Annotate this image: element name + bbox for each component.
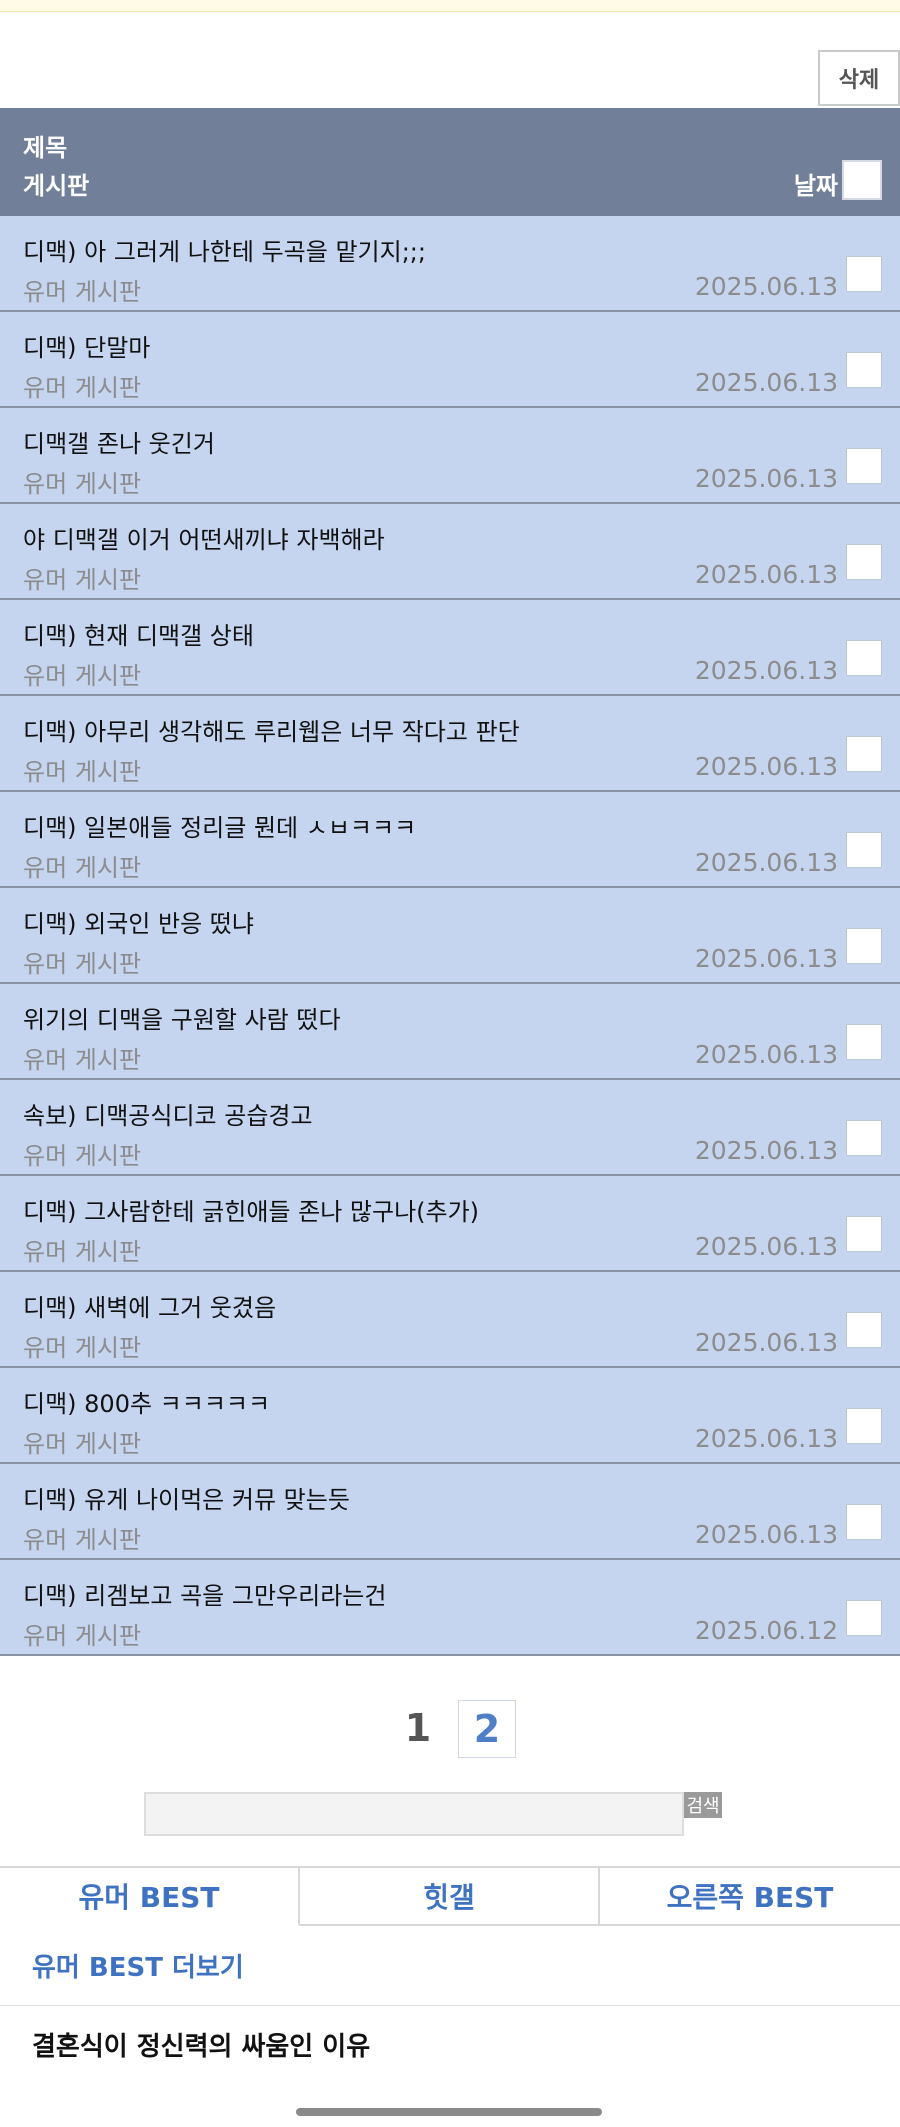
- header-title-label: 제목: [23, 134, 68, 162]
- row-checkbox[interactable]: [846, 640, 882, 676]
- table-row[interactable]: 디맥) 단말마유머 게시판 2025.06.13: [0, 312, 900, 408]
- post-title-link[interactable]: 디맥) 아 그러게 나한테 두곡을 맡기지;;;: [23, 232, 426, 267]
- row-checkbox[interactable]: [846, 1600, 882, 1636]
- header-date-label: 날짜: [793, 172, 838, 200]
- row-checkbox[interactable]: [846, 256, 882, 292]
- post-title-link[interactable]: 디맥) 아무리 생각해도 루리웹은 너무 작다고 판단: [23, 712, 520, 747]
- search-button[interactable]: 검색: [684, 1792, 722, 1818]
- post-date: 2025.06.13: [694, 752, 838, 781]
- row-checkbox[interactable]: [846, 352, 882, 388]
- table-row[interactable]: 디맥) 800추 ㅋㅋㅋㅋㅋ 유머 게시판 2025.06.13: [0, 1368, 900, 1464]
- post-board-label: 유머 게시판: [23, 1334, 142, 1362]
- post-board-label: 유머 게시판: [23, 566, 142, 594]
- post-title-link[interactable]: 디맥갤 존나 웃긴거: [23, 424, 215, 459]
- post-title-link[interactable]: 디맥) 800추 ㅋㅋㅋㅋㅋ: [23, 1384, 270, 1419]
- post-title-link[interactable]: 디맥) 일본애들 정리글 뭔데 ㅅㅂㅋㅋㅋ: [23, 808, 416, 843]
- best-list-item[interactable]: 결혼식이 정신력의 싸움인 이유: [0, 2006, 900, 2082]
- table-row[interactable]: 디맥) 새벽에 그거 웃겼음유머 게시판 2025.06.13: [0, 1272, 900, 1368]
- page-link-2[interactable]: 2: [458, 1700, 516, 1758]
- tab-humor-best[interactable]: 유머 BEST: [0, 1868, 300, 1926]
- post-date: 2025.06.13: [694, 560, 838, 589]
- post-date: 2025.06.13: [694, 1232, 838, 1261]
- row-checkbox[interactable]: [846, 928, 882, 964]
- post-board-label: 유머 게시판: [23, 1430, 142, 1458]
- humor-best-more-link[interactable]: 유머 BEST 더보기: [0, 1926, 900, 2006]
- post-date: 2025.06.13: [694, 272, 838, 301]
- post-board-label: 유머 게시판: [23, 470, 142, 498]
- row-checkbox[interactable]: [846, 544, 882, 580]
- post-title-link[interactable]: 디맥) 외국인 반응 떴냐: [23, 904, 254, 939]
- header-board-label: 게시판: [23, 172, 90, 200]
- row-checkbox[interactable]: [846, 1024, 882, 1060]
- row-checkbox[interactable]: [846, 1312, 882, 1348]
- post-title-link[interactable]: 속보) 디맥공식디코 공습경고: [23, 1096, 313, 1131]
- post-board-label: 유머 게시판: [23, 1622, 142, 1650]
- post-board-label: 유머 게시판: [23, 278, 142, 306]
- post-title-link[interactable]: 디맥) 리겜보고 곡을 그만우리라는건: [23, 1576, 386, 1611]
- table-row[interactable]: 야 디맥갤 이거 어떤새끼냐 자백해라유머 게시판 2025.06.13: [0, 504, 900, 600]
- post-title-link[interactable]: 디맥) 그사람한테 긁힌애들 존나 많구나(추가): [23, 1192, 479, 1227]
- table-body: 디맥) 아 그러게 나한테 두곡을 맡기지;;; 유머 게시판 2025.06.13…: [0, 216, 900, 1656]
- post-title-link[interactable]: 디맥) 현재 디맥갤 상태: [23, 616, 254, 651]
- tab-right-best[interactable]: 오른쪽 BEST: [600, 1868, 900, 1926]
- post-date: 2025.06.13: [694, 1424, 838, 1453]
- table-row[interactable]: 디맥) 리겜보고 곡을 그만우리라는건유머 게시판 2025.06.12: [0, 1560, 900, 1656]
- table-row[interactable]: 디맥) 그사람한테 긁힌애들 존나 많구나(추가) 유머 게시판 2025.06.1…: [0, 1176, 900, 1272]
- delete-button[interactable]: 삭제: [818, 50, 900, 106]
- table-row[interactable]: 디맥) 일본애들 정리글 뭔데 ㅅㅂㅋㅋㅋ 유머 게시판 2025.06.13: [0, 792, 900, 888]
- table-row[interactable]: 디맥) 아무리 생각해도 루리웹은 너무 작다고 판단유머 게시판 2025.06…: [0, 696, 900, 792]
- post-board-label: 유머 게시판: [23, 1238, 142, 1266]
- post-date: 2025.06.13: [694, 656, 838, 685]
- post-date: 2025.06.13: [694, 1136, 838, 1165]
- row-checkbox[interactable]: [846, 1408, 882, 1444]
- row-checkbox[interactable]: [846, 832, 882, 868]
- row-checkbox[interactable]: [846, 1216, 882, 1252]
- toolbar: 삭제: [0, 12, 900, 108]
- table-row[interactable]: 디맥갤 존나 웃긴거유머 게시판 2025.06.13: [0, 408, 900, 504]
- post-title-link[interactable]: 디맥) 단말마: [23, 328, 150, 363]
- post-board-label: 유머 게시판: [23, 662, 142, 690]
- table-row[interactable]: 디맥) 유게 나이먹은 커뮤 맞는듯유머 게시판 2025.06.13: [0, 1464, 900, 1560]
- row-checkbox[interactable]: [846, 1504, 882, 1540]
- page-current[interactable]: 1: [400, 1706, 436, 1750]
- post-board-label: 유머 게시판: [23, 1526, 142, 1554]
- pagination-area: 1 2 검색: [0, 1656, 900, 1866]
- row-checkbox[interactable]: [846, 1120, 882, 1156]
- post-title-link[interactable]: 위기의 디맥을 구원할 사람 떴다: [23, 1000, 341, 1035]
- row-checkbox[interactable]: [846, 448, 882, 484]
- table-header: 제목 게시판 날짜: [0, 108, 900, 216]
- post-board-label: 유머 게시판: [23, 758, 142, 786]
- table-row[interactable]: 디맥) 아 그러게 나한테 두곡을 맡기지;;; 유머 게시판 2025.06.13: [0, 216, 900, 312]
- post-title-link[interactable]: 디맥) 새벽에 그거 웃겼음: [23, 1288, 276, 1323]
- post-date: 2025.06.13: [694, 1520, 838, 1549]
- post-board-label: 유머 게시판: [23, 950, 142, 978]
- post-title-link[interactable]: 디맥) 유게 나이먹은 커뮤 맞는듯: [23, 1480, 350, 1515]
- post-date: 2025.06.13: [694, 1040, 838, 1069]
- post-board-label: 유머 게시판: [23, 1142, 142, 1170]
- post-date: 2025.06.13: [694, 368, 838, 397]
- post-board-label: 유머 게시판: [23, 854, 142, 882]
- post-date: 2025.06.13: [694, 944, 838, 973]
- post-date: 2025.06.13: [694, 848, 838, 877]
- post-board-label: 유머 게시판: [23, 374, 142, 402]
- table-row[interactable]: 디맥) 외국인 반응 떴냐유머 게시판 2025.06.13: [0, 888, 900, 984]
- table-row[interactable]: 위기의 디맥을 구원할 사람 떴다유머 게시판 2025.06.13: [0, 984, 900, 1080]
- post-table: 제목 게시판 날짜 디맥) 아 그러게 나한테 두곡을 맡기지;;; 유머 게시판…: [0, 108, 900, 1656]
- table-row[interactable]: 디맥) 현재 디맥갤 상태유머 게시판 2025.06.13: [0, 600, 900, 696]
- post-date: 2025.06.13: [694, 464, 838, 493]
- select-all-checkbox[interactable]: [842, 160, 882, 200]
- tab-hit-gallery[interactable]: 힛갤: [300, 1868, 600, 1926]
- post-date: 2025.06.13: [694, 1328, 838, 1357]
- best-tabs: 유머 BEST 힛갤 오른쪽 BEST: [0, 1866, 900, 1926]
- table-row[interactable]: 속보) 디맥공식디코 공습경고유머 게시판 2025.06.13: [0, 1080, 900, 1176]
- top-banner-strip: [0, 0, 900, 12]
- post-date: 2025.06.12: [694, 1616, 838, 1645]
- home-indicator: [296, 2108, 602, 2116]
- search-input[interactable]: [144, 1792, 684, 1836]
- post-title-link[interactable]: 야 디맥갤 이거 어떤새끼냐 자백해라: [23, 520, 385, 555]
- post-board-label: 유머 게시판: [23, 1046, 142, 1074]
- row-checkbox[interactable]: [846, 736, 882, 772]
